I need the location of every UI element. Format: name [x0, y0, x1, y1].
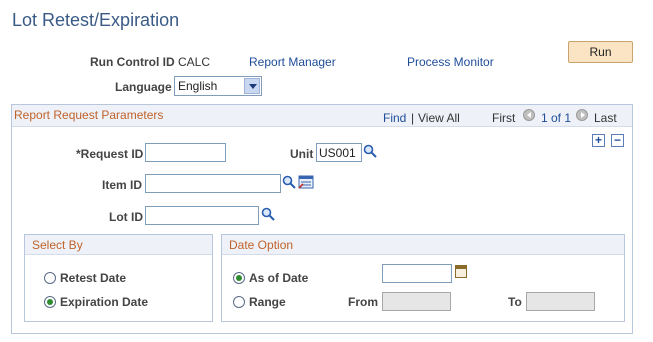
retest-date-label: Retest Date	[60, 271, 127, 285]
nav-prev-icon[interactable]	[523, 109, 535, 121]
panel-title: Report Request Parameters	[14, 108, 164, 122]
unit-label: Unit	[290, 147, 314, 161]
last-label[interactable]: Last	[594, 111, 617, 125]
expiration-date-radio[interactable]	[44, 296, 56, 308]
first-label[interactable]: First	[492, 111, 515, 125]
run-control-id-value: CALC	[178, 55, 211, 69]
search-icon[interactable]	[261, 207, 275, 221]
row-range-text: 1 of 1	[541, 111, 572, 125]
chevron-down-icon[interactable]	[244, 78, 260, 94]
nav-separator: |	[411, 111, 415, 125]
search-icon[interactable]	[282, 175, 296, 189]
to-date-input[interactable]	[526, 292, 595, 311]
search-icon[interactable]	[363, 144, 377, 158]
run-control-id-label: Run Control ID	[90, 55, 175, 69]
item-id-input[interactable]	[145, 174, 281, 193]
item-id-label: Item ID	[102, 178, 143, 192]
request-id-input[interactable]	[145, 143, 226, 162]
expiration-date-label: Expiration Date	[60, 295, 149, 309]
language-selected-value: English	[178, 79, 218, 93]
range-label: Range	[249, 295, 286, 309]
unit-input[interactable]	[316, 143, 362, 162]
multi-lookup-icon[interactable]	[298, 175, 314, 189]
date-option-title: Date Option	[229, 238, 294, 252]
retest-date-radio[interactable]	[44, 272, 56, 284]
as-of-date-radio[interactable]	[233, 272, 245, 284]
from-label: From	[348, 295, 378, 309]
find-link[interactable]: Find	[383, 111, 406, 125]
as-of-date-input[interactable]	[382, 264, 452, 283]
language-label: Language	[115, 80, 172, 94]
select-by-title: Select By	[32, 238, 83, 252]
request-id-label: *Request ID	[76, 147, 144, 161]
view-all-link[interactable]: View All	[418, 111, 460, 125]
nav-next-icon[interactable]	[576, 109, 588, 121]
range-radio[interactable]	[233, 296, 245, 308]
report-manager-link[interactable]: Report Manager	[249, 55, 336, 69]
add-row-button[interactable]: +	[592, 134, 605, 147]
process-monitor-link[interactable]: Process Monitor	[407, 55, 494, 69]
lot-id-label: Lot ID	[109, 210, 143, 224]
calendar-icon[interactable]	[455, 265, 467, 278]
lot-id-input[interactable]	[145, 206, 259, 225]
delete-row-button[interactable]: −	[611, 134, 624, 147]
from-date-input[interactable]	[382, 292, 451, 311]
language-select[interactable]: English	[174, 76, 262, 96]
run-button[interactable]: Run	[568, 41, 633, 63]
as-of-date-label: As of Date	[249, 271, 309, 285]
page-title: Lot Retest/Expiration	[12, 10, 180, 30]
to-label: To	[508, 295, 522, 309]
